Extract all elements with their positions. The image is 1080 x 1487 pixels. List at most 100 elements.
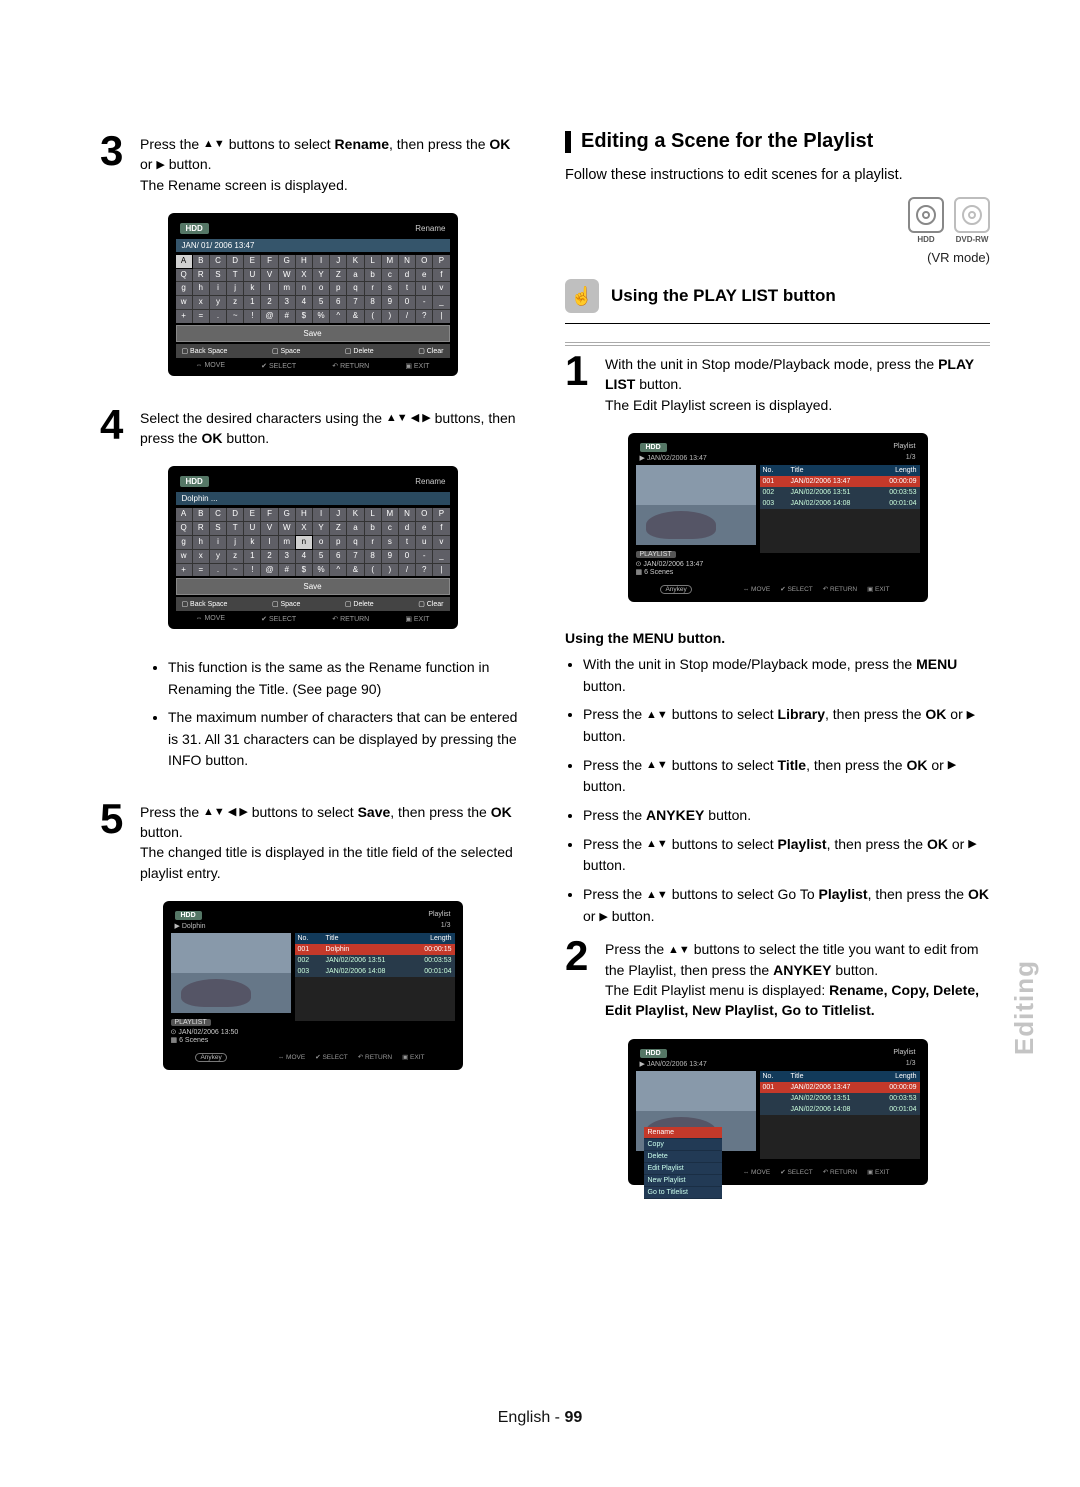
char-key[interactable]: + <box>176 310 192 323</box>
char-key[interactable]: 1 <box>244 550 260 563</box>
char-key[interactable]: W <box>279 269 295 282</box>
char-key[interactable]: Y <box>313 269 329 282</box>
char-key[interactable]: Z <box>330 269 346 282</box>
char-key[interactable]: Y <box>313 522 329 535</box>
char-key[interactable]: ? <box>416 564 432 577</box>
char-key[interactable]: C <box>210 508 226 521</box>
char-key[interactable]: K <box>347 508 363 521</box>
char-key[interactable]: s <box>382 282 398 295</box>
char-key[interactable]: + <box>176 564 192 577</box>
char-key[interactable]: w <box>176 296 192 309</box>
char-key[interactable]: 6 <box>330 550 346 563</box>
char-key[interactable]: t <box>399 282 415 295</box>
char-key[interactable]: | <box>433 564 449 577</box>
char-key[interactable]: z <box>227 550 243 563</box>
char-key[interactable]: n <box>296 536 312 549</box>
char-key[interactable]: F <box>261 508 277 521</box>
menu-item[interactable]: Rename <box>644 1127 722 1139</box>
char-key[interactable]: u <box>416 536 432 549</box>
char-key[interactable]: U <box>244 522 260 535</box>
char-key[interactable]: . <box>210 564 226 577</box>
char-key[interactable]: O <box>416 508 432 521</box>
char-key[interactable]: a <box>347 522 363 535</box>
char-key[interactable]: % <box>313 564 329 577</box>
char-key[interactable]: J <box>330 508 346 521</box>
menu-item[interactable]: Edit Playlist <box>644 1163 722 1175</box>
char-key[interactable]: P <box>433 508 449 521</box>
char-key[interactable]: C <box>210 255 226 268</box>
char-key[interactable]: ( <box>365 310 381 323</box>
char-key[interactable]: n <box>296 282 312 295</box>
char-key[interactable]: h <box>193 536 209 549</box>
char-key[interactable]: 4 <box>296 296 312 309</box>
char-key[interactable]: k <box>244 536 260 549</box>
char-key[interactable]: ~ <box>227 310 243 323</box>
char-key[interactable]: ) <box>382 564 398 577</box>
char-key[interactable]: h <box>193 282 209 295</box>
char-key[interactable]: I <box>313 508 329 521</box>
char-key[interactable]: V <box>261 522 277 535</box>
char-key[interactable]: S <box>210 269 226 282</box>
char-key[interactable]: p <box>330 282 346 295</box>
char-key[interactable]: g <box>176 536 192 549</box>
char-key[interactable]: = <box>193 564 209 577</box>
char-key[interactable]: B <box>193 508 209 521</box>
char-key[interactable]: / <box>399 310 415 323</box>
char-key[interactable]: @ <box>261 310 277 323</box>
char-key[interactable]: y <box>210 550 226 563</box>
char-key[interactable]: Z <box>330 522 346 535</box>
char-key[interactable]: 8 <box>365 296 381 309</box>
char-key[interactable]: $ <box>296 564 312 577</box>
char-key[interactable]: X <box>296 269 312 282</box>
char-key[interactable]: 9 <box>382 296 398 309</box>
char-key[interactable]: k <box>244 282 260 295</box>
char-key[interactable]: 0 <box>399 296 415 309</box>
table-row[interactable]: 002JAN/02/2006 13:5100:03:53 <box>295 955 455 966</box>
char-key[interactable]: Q <box>176 269 192 282</box>
char-key[interactable]: q <box>347 282 363 295</box>
char-key[interactable]: 5 <box>313 296 329 309</box>
menu-item[interactable]: Go to Titlelist <box>644 1187 722 1199</box>
char-key[interactable]: v <box>433 536 449 549</box>
char-key[interactable]: | <box>433 310 449 323</box>
char-key[interactable]: E <box>244 255 260 268</box>
char-key[interactable]: X <box>296 522 312 535</box>
char-key[interactable]: j <box>227 282 243 295</box>
char-key[interactable]: / <box>399 564 415 577</box>
char-key[interactable]: % <box>313 310 329 323</box>
char-key[interactable]: U <box>244 269 260 282</box>
char-key[interactable]: M <box>382 508 398 521</box>
char-key[interactable]: T <box>227 269 243 282</box>
save-button[interactable]: Save <box>176 325 450 342</box>
table-row[interactable]: 001Dolphin00:00:15 <box>295 944 455 955</box>
char-key[interactable]: i <box>210 282 226 295</box>
char-key[interactable]: t <box>399 536 415 549</box>
char-key[interactable]: ! <box>244 310 260 323</box>
char-key[interactable]: r <box>365 282 381 295</box>
table-row[interactable]: 003JAN/02/2006 14:0800:01:04 <box>295 966 455 977</box>
char-key[interactable]: R <box>193 522 209 535</box>
table-row[interactable]: 001JAN/02/2006 13:4700:00:09 <box>760 1082 920 1093</box>
char-key[interactable]: f <box>433 269 449 282</box>
table-row[interactable]: 002JAN/02/2006 13:5100:03:53 <box>760 487 920 498</box>
char-key[interactable]: _ <box>433 550 449 563</box>
char-key[interactable]: - <box>416 296 432 309</box>
char-key[interactable]: o <box>313 536 329 549</box>
char-key[interactable]: 2 <box>261 296 277 309</box>
char-key[interactable]: 1 <box>244 296 260 309</box>
char-key[interactable]: ^ <box>330 564 346 577</box>
char-key[interactable]: N <box>399 255 415 268</box>
char-key[interactable]: Q <box>176 522 192 535</box>
menu-item[interactable]: Copy <box>644 1139 722 1151</box>
char-key[interactable]: G <box>279 255 295 268</box>
table-row[interactable]: 001JAN/02/2006 13:4700:00:09 <box>760 476 920 487</box>
char-key[interactable]: S <box>210 522 226 535</box>
char-key[interactable]: ( <box>365 564 381 577</box>
char-key[interactable]: L <box>365 508 381 521</box>
char-key[interactable]: R <box>193 269 209 282</box>
char-key[interactable]: x <box>193 550 209 563</box>
char-key[interactable]: 7 <box>347 550 363 563</box>
char-key[interactable]: y <box>210 296 226 309</box>
char-key[interactable]: _ <box>433 296 449 309</box>
char-key[interactable]: D <box>227 255 243 268</box>
